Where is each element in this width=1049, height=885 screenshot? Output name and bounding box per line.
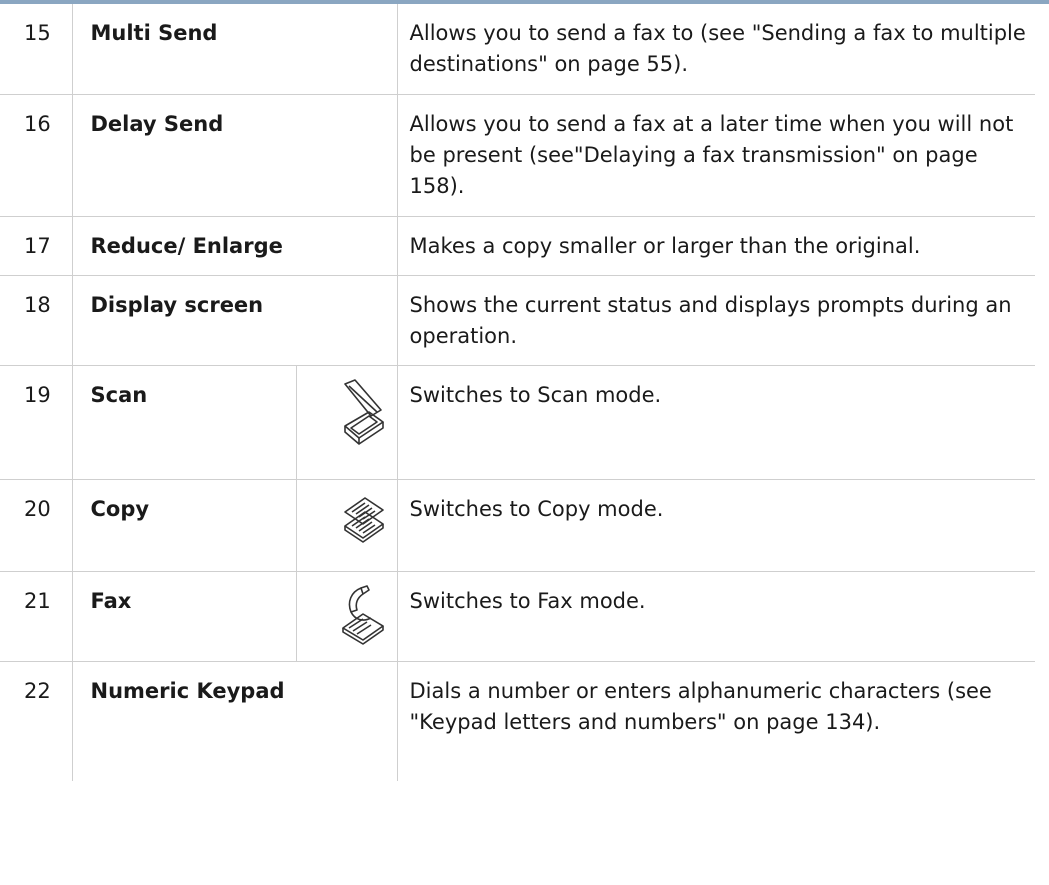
table-row: 16 Delay Send Allows you to send a fax a… xyxy=(0,94,1035,216)
icon-cell xyxy=(296,479,398,571)
fax-icon xyxy=(341,584,384,645)
row-number: 15 xyxy=(0,4,73,94)
button-name: Scan xyxy=(72,365,297,479)
button-description: Makes a copy smaller or larger than the … xyxy=(409,233,921,258)
button-description: Switches to Copy mode. xyxy=(409,496,664,521)
button-name: Multi Send xyxy=(72,4,398,94)
row-number: 22 xyxy=(0,661,73,781)
button-name: Display screen xyxy=(72,275,398,365)
icon-cell xyxy=(296,365,398,479)
table-row: 21 Fax Switches to Fax mode. xyxy=(0,571,1035,661)
button-description: Allows you to send a fax at a later time… xyxy=(409,111,1014,198)
table-row: 18 Display screen Shows the current stat… xyxy=(0,275,1035,365)
button-name: Numeric Keypad xyxy=(72,661,398,781)
row-number: 19 xyxy=(0,365,73,479)
button-description: Allows you to send a fax to (see "Sendin… xyxy=(409,21,1026,76)
row-number: 17 xyxy=(0,216,73,275)
button-description: Switches to Scan mode. xyxy=(409,382,662,407)
control-panel-table: 15 Multi Send Allows you to send a fax t… xyxy=(0,4,1035,781)
table-row: 15 Multi Send Allows you to send a fax t… xyxy=(0,4,1035,94)
button-description: Dials a number or enters alphanumeric ch… xyxy=(409,678,992,734)
copy-icon xyxy=(343,496,384,543)
row-number: 16 xyxy=(0,94,73,216)
table-row: 17 Reduce/ Enlarge Makes a copy smaller … xyxy=(0,216,1035,275)
button-description: Shows the current status and displays pr… xyxy=(409,292,1012,348)
button-description: Switches to Fax mode. xyxy=(409,588,646,613)
table-row: 20 Copy Switches to Copy mode. xyxy=(0,479,1035,571)
icon-cell xyxy=(296,571,398,661)
row-number: 21 xyxy=(0,571,73,661)
row-number: 18 xyxy=(0,275,73,365)
button-name: Fax xyxy=(72,571,297,661)
scanner-icon xyxy=(343,378,384,445)
table-row: 22 Numeric Keypad Dials a number or ente… xyxy=(0,661,1035,781)
button-name: Copy xyxy=(72,479,297,571)
button-name: Reduce/ Enlarge xyxy=(72,216,398,275)
table-row: 19 Scan Switches to Scan mode. xyxy=(0,365,1035,479)
row-number: 20 xyxy=(0,479,73,571)
button-name: Delay Send xyxy=(72,94,398,216)
